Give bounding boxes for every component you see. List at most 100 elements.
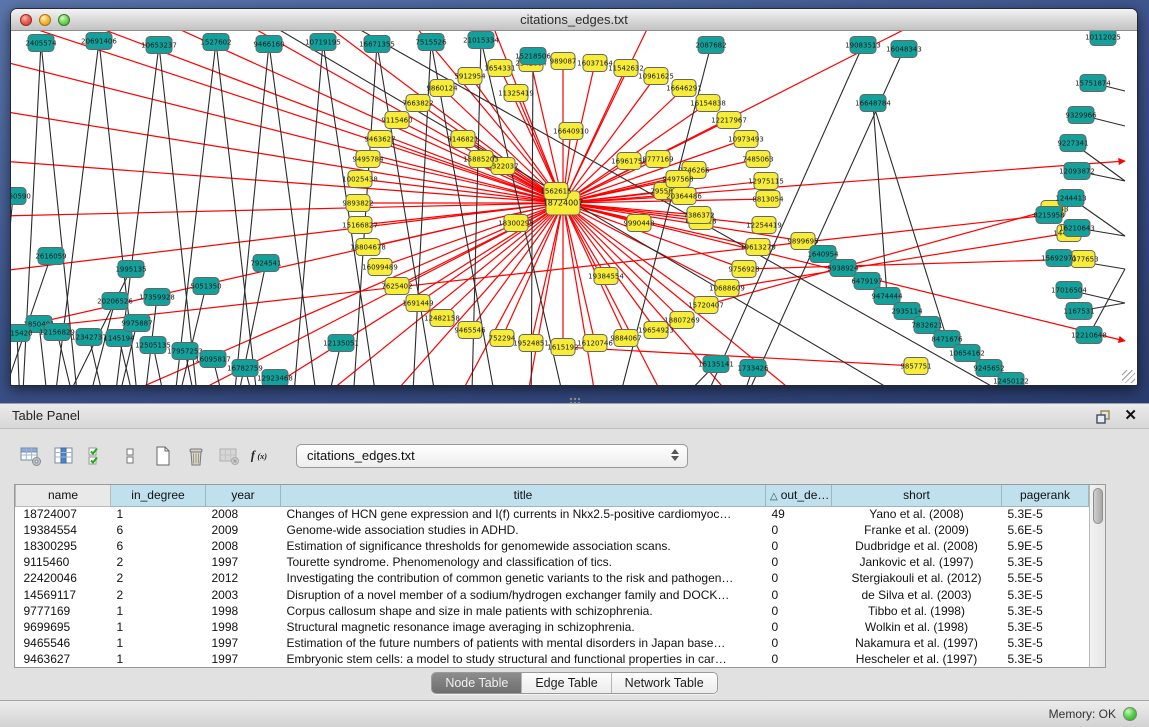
table-cell-pagerank[interactable]: 5.3E-5 [1002, 506, 1089, 522]
table-cell-name[interactable]: 14569117 [16, 586, 111, 602]
table-cell-out_degree[interactable]: 0 [766, 586, 832, 602]
table-row[interactable]: 1938455462009Genome-wide association stu… [16, 522, 1089, 538]
graph-node[interactable]: 12254419 [746, 217, 782, 234]
table-cell-out_degree[interactable]: 0 [766, 522, 832, 538]
graph-node[interactable]: 10112025 [1085, 31, 1121, 46]
table-cell-in_degree[interactable]: 1 [111, 603, 206, 619]
table-cell-out_degree[interactable]: 0 [766, 570, 832, 586]
table-cell-name[interactable]: 22420046 [16, 570, 111, 586]
tab-network-table[interactable]: Network Table [611, 673, 717, 693]
table-cell-out_degree[interactable]: 0 [766, 554, 832, 570]
table-cell-out_degree[interactable]: 0 [766, 538, 832, 554]
graph-node[interactable]: 10654162 [949, 345, 985, 362]
graph-node[interactable]: 9884067 [610, 330, 641, 347]
table-row[interactable]: 946362711997Embryonic stem cells: a mode… [16, 651, 1089, 667]
graph-node[interactable]: 5912954 [454, 68, 486, 85]
column-header-in_degree[interactable]: in_degree [111, 485, 206, 506]
graph-node[interactable]: 17016504 [1051, 282, 1087, 299]
graph-node[interactable]: 16671355 [359, 36, 395, 53]
graph-node[interactable]: 1167531 [1063, 303, 1094, 320]
table-cell-in_degree[interactable]: 2 [111, 554, 206, 570]
table-cell-short[interactable]: Yano et al. (2008) [832, 506, 1002, 522]
graph-node[interactable]: 1145194 [103, 330, 135, 347]
graph-node[interactable]: 15720407 [688, 297, 724, 314]
table-cell-out_degree[interactable]: 0 [766, 603, 832, 619]
new-file-icon[interactable] [150, 443, 176, 469]
column-header-pagerank[interactable]: pagerank [1002, 485, 1089, 506]
graph-node[interactable]: 15751874 [1075, 75, 1111, 92]
network-graph[interactable]: 1872400788130541225441919613279975692810… [11, 31, 1137, 385]
table-cell-short[interactable]: Tibbo et al. (1998) [832, 603, 1002, 619]
column-header-short[interactable]: short [832, 485, 1002, 506]
table-source-select[interactable]: citations_edges.txt [296, 444, 688, 468]
table-scrollbar[interactable] [1089, 485, 1105, 667]
table-cell-short[interactable]: Wolkin et al. (1998) [832, 619, 1002, 635]
table-row[interactable]: 1872400712008Changes of HCN gene express… [16, 506, 1089, 522]
close-panel-icon[interactable]: ✕ [1124, 406, 1137, 424]
delete-trash-icon[interactable] [183, 443, 209, 469]
select-rows-check-icon[interactable] [84, 443, 110, 469]
graph-node[interactable]: 7386372 [683, 207, 714, 224]
table-cell-title[interactable]: Estimation of the future numbers of pati… [281, 635, 766, 651]
table-cell-in_degree[interactable]: 1 [111, 619, 206, 635]
graph-node[interactable]: 16640910 [553, 123, 589, 140]
table-cell-pagerank[interactable]: 5.3E-5 [1002, 603, 1089, 619]
graph-node[interactable]: 12505135 [135, 337, 171, 354]
table-cell-pagerank[interactable]: 5.5E-5 [1002, 570, 1089, 586]
graph-node[interactable]: 9860124 [426, 80, 458, 97]
graph-node[interactable]: 16048343 [886, 41, 922, 58]
graph-node[interactable]: 17359928 [139, 289, 175, 306]
table-cell-pagerank[interactable]: 5.6E-5 [1002, 522, 1089, 538]
table-row[interactable]: 969969511998Structural magnetic resonanc… [16, 619, 1089, 635]
graph-node[interactable]: 18804678 [350, 239, 386, 256]
graph-node[interactable]: 12482158 [424, 310, 460, 327]
function-builder-icon[interactable]: f(x) [249, 443, 275, 469]
memory-indicator[interactable] [1123, 707, 1137, 721]
table-row[interactable]: 911546021997Tourette syndrome. Phenomeno… [16, 554, 1089, 570]
table-cell-name[interactable]: 9777169 [16, 603, 111, 619]
graph-node[interactable]: 9495784 [352, 151, 384, 168]
table-row[interactable]: 946554611997Estimation of the future num… [16, 635, 1089, 651]
graph-node[interactable]: 9975887 [121, 315, 152, 332]
table-cell-year[interactable]: 1997 [206, 554, 281, 570]
table-cell-pagerank[interactable]: 5.3E-5 [1002, 635, 1089, 651]
table-cell-name[interactable]: 9463627 [16, 651, 111, 667]
graph-node[interactable]: 15692971 [1041, 250, 1077, 267]
graph-node[interactable]: 9990448 [623, 215, 654, 232]
table-cell-year[interactable]: 2008 [206, 538, 281, 554]
graph-node[interactable]: 16135141 [698, 356, 734, 373]
table-cell-pagerank[interactable]: 5.3E-5 [1002, 619, 1089, 635]
table-cell-pagerank[interactable]: 5.3E-5 [1002, 651, 1089, 667]
table-cell-year[interactable]: 2012 [206, 570, 281, 586]
table-cell-short[interactable]: Hescheler et al. (1997) [832, 651, 1002, 667]
table-row[interactable]: 1830029562008Estimation of significance … [16, 538, 1089, 554]
graph-node[interactable]: 21015334 [463, 32, 499, 49]
graph-node[interactable]: 1733426 [737, 360, 769, 377]
window-resize-grip[interactable] [1122, 370, 1135, 383]
table-cell-short[interactable]: Dudbridge et al. (2008) [832, 538, 1002, 554]
graph-node[interactable]: 16154838 [690, 95, 726, 112]
graph-node[interactable]: 12135051 [323, 335, 359, 352]
graph-node[interactable]: 9115460 [381, 112, 412, 129]
graph-node[interactable]: 2087682 [695, 37, 726, 54]
tab-node-table[interactable]: Node Table [432, 673, 521, 693]
table-cell-year[interactable]: 2003 [206, 586, 281, 602]
table-cell-year[interactable]: 2009 [206, 522, 281, 538]
graph-node[interactable]: 16648784 [855, 95, 891, 112]
graph-node[interactable]: 7515526 [415, 34, 447, 51]
table-cell-name[interactable]: 9465546 [16, 635, 111, 651]
column-header-out_degree[interactable]: △out_de… [766, 485, 832, 506]
graph-node[interactable]: 12342737 [71, 329, 107, 346]
graph-node[interactable]: 5051350 [190, 278, 221, 295]
table-cell-pagerank[interactable]: 5.3E-5 [1002, 554, 1089, 570]
table-cell-title[interactable]: Disruption of a novel member of a sodium… [281, 586, 766, 602]
table-cell-in_degree[interactable]: 6 [111, 538, 206, 554]
graph-node[interactable]: 10719195 [305, 34, 341, 51]
graph-node[interactable]: 1244413 [1055, 190, 1086, 207]
graph-node[interactable]: 7625402 [381, 278, 412, 295]
table-cell-title[interactable]: Investigating the contribution of common… [281, 570, 766, 586]
graph-node[interactable]: 10973493 [728, 131, 764, 148]
table-cell-title[interactable]: Corpus callosum shape and size in male p… [281, 603, 766, 619]
graph-node[interactable]: 16099489 [362, 259, 398, 276]
row-height-icon[interactable] [117, 443, 143, 469]
